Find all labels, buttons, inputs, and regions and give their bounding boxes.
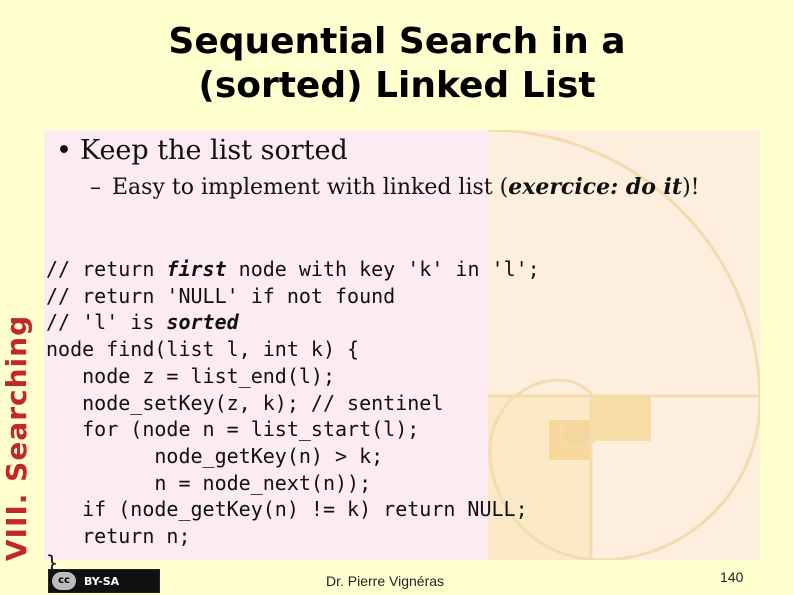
code-line: node z = list_end(l);	[46, 363, 335, 388]
subbullet-text-pre: Easy to implement with linked list (	[112, 175, 509, 200]
code-text: // return	[46, 257, 167, 281]
bullet-text: Keep the list sorted	[80, 135, 348, 166]
code-line: // 'l' is sorted	[46, 310, 239, 334]
code-line: // return 'NULL' if not found	[46, 283, 396, 308]
code-line: return n;	[46, 524, 191, 549]
subbullet-emphasis: exercice: do it	[508, 174, 683, 200]
code-line: node find(list l, int k) {	[46, 337, 360, 362]
code-line: n = node_next(n));	[46, 470, 372, 495]
code-emphasis: first	[166, 257, 227, 281]
code-text: // 'l' is	[46, 310, 167, 335]
subbullet-text-post: )!	[682, 175, 700, 200]
license-badge[interactable]: cc BY-SA	[48, 569, 160, 593]
code-line: node_setKey(z, k); // sentinel	[46, 390, 444, 415]
code-line: if (node_getKey(n) != k) return NULL;	[46, 497, 528, 522]
bullet-item: • Keep the list sorted	[56, 133, 348, 169]
subbullet-dash: –	[90, 175, 101, 200]
creative-commons-icon: cc	[52, 572, 76, 590]
code-line: node_getKey(n) > k;	[46, 443, 384, 468]
slide-title: Sequential Search in a (sorted) Linked L…	[0, 20, 794, 108]
page-number: 140	[720, 569, 744, 585]
subbullet-item: – Easy to implement with linked list (exe…	[90, 172, 700, 203]
bullet-dot: •	[56, 135, 72, 166]
golden-square	[549, 420, 591, 460]
license-label: BY-SA	[84, 574, 120, 588]
footer-author: Dr. Pierre Vignéras	[326, 573, 445, 589]
title-line-1: Sequential Search in a	[168, 21, 626, 62]
code-emphasis: sorted	[166, 310, 239, 335]
title-line-2: (sorted) Linked List	[198, 65, 596, 106]
code-text: node with key 'k' in 'l';	[226, 257, 540, 281]
code-line: // return first node with key 'k' in 'l'…	[46, 257, 540, 281]
section-label: VIII. Searching	[0, 314, 33, 562]
code-block: // return first node with key 'k' in 'l'…	[46, 256, 540, 576]
code-line: for (node n = list_start(l);	[46, 417, 420, 442]
